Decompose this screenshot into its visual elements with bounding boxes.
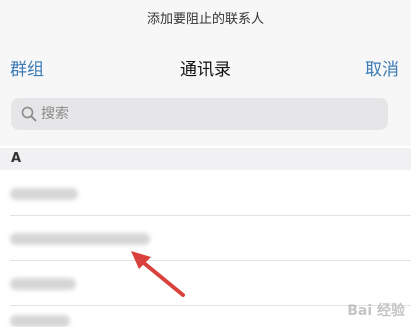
search-icon [21, 106, 37, 122]
page-title: 通讯录 [180, 60, 231, 80]
search-input[interactable] [41, 103, 361, 125]
contact-row[interactable] [0, 172, 411, 216]
section-header: A [0, 148, 411, 170]
row-divider [10, 260, 411, 261]
row-divider [10, 215, 411, 216]
contact-name-blurred [10, 315, 70, 327]
contact-name-blurred [10, 188, 78, 200]
prompt-text: 添加要阻止的联系人 [146, 12, 264, 27]
search-field[interactable] [11, 98, 388, 130]
nav-bar: 群组 通讯录 取消 [0, 36, 411, 94]
cancel-button[interactable]: 取消 [365, 55, 399, 80]
section-letter: A [11, 151, 22, 166]
prompt-bar: 添加要阻止的联系人 [0, 0, 411, 36]
contact-name-blurred [10, 278, 76, 290]
watermark-text: Bai 经验 [347, 303, 405, 319]
contact-name-blurred [10, 233, 150, 245]
baidu-watermark: Bai 经验 [347, 300, 405, 320]
annotation-arrow-icon [131, 251, 185, 297]
contact-row[interactable] [0, 217, 411, 261]
search-area [0, 94, 411, 146]
